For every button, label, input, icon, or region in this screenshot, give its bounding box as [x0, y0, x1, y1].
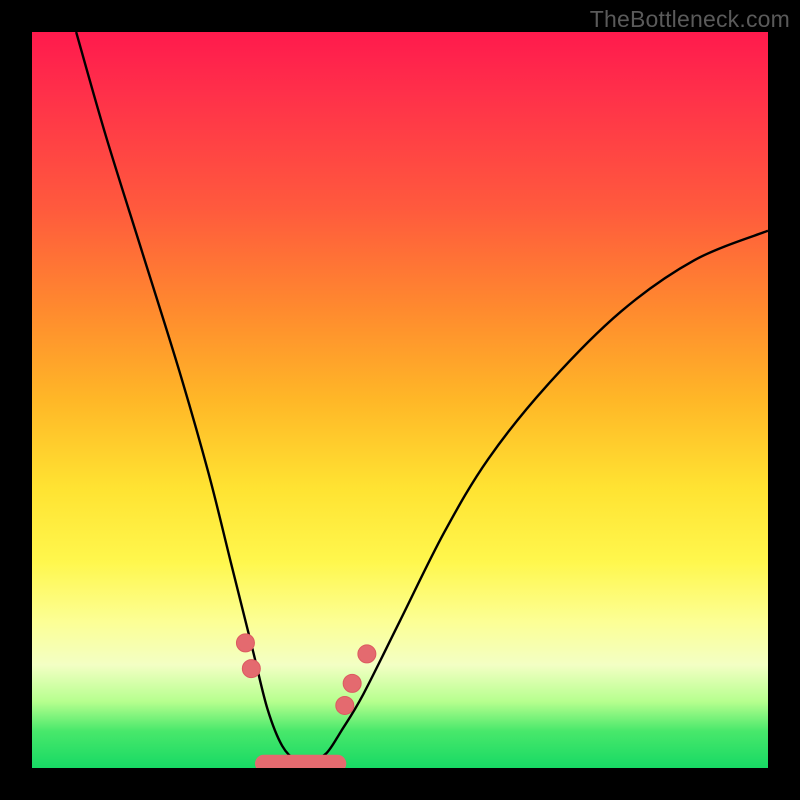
marker-dot [242, 660, 260, 678]
watermark-text: TheBottleneck.com [590, 6, 790, 33]
highlighted-points-group [236, 634, 375, 715]
bottleneck-curve-svg [32, 32, 768, 768]
marker-dot [343, 674, 361, 692]
marker-dot [358, 645, 376, 663]
curve-group [76, 32, 768, 762]
bottleneck-curve-path [76, 32, 768, 762]
marker-dot [236, 634, 254, 652]
plot-area [32, 32, 768, 768]
outer-frame: TheBottleneck.com [0, 0, 800, 800]
marker-dot [336, 696, 354, 714]
